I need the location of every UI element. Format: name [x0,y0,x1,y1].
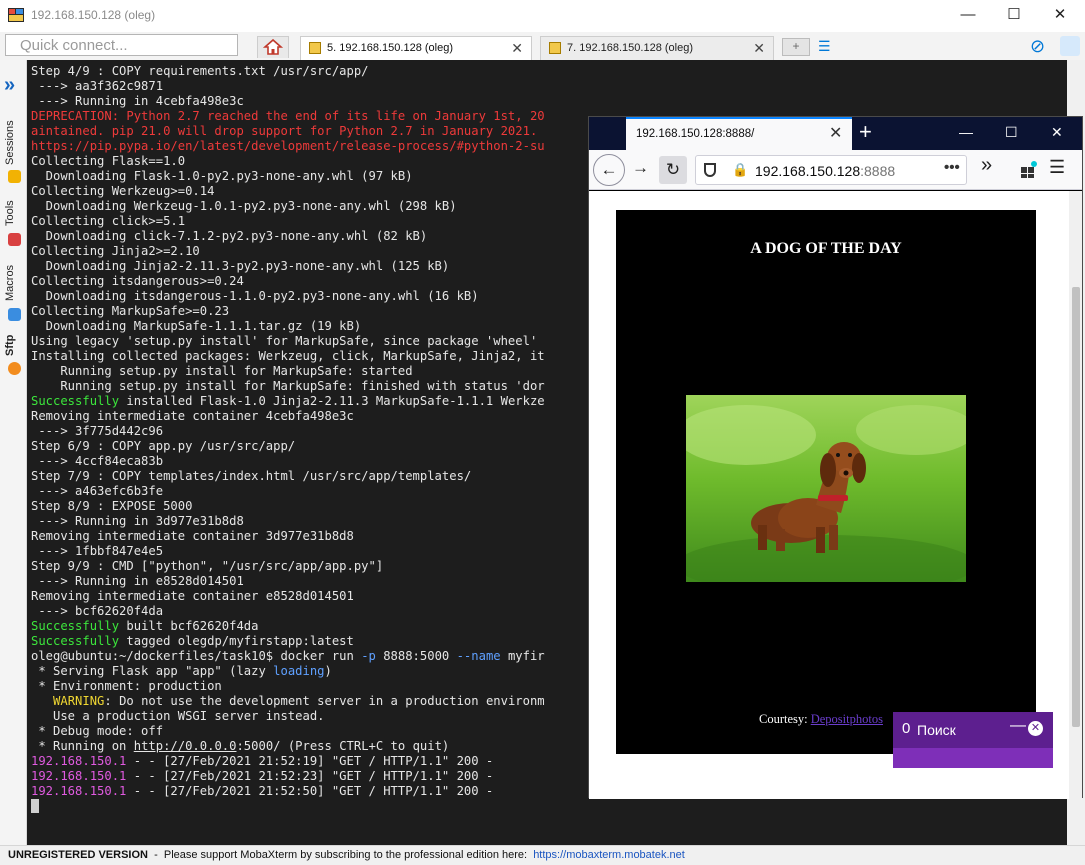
terminal-cursor [31,799,39,813]
back-arrow-icon[interactable]: ← [593,154,625,186]
firefox-window: 192.168.150.128:8888/ ✕ + — ☐ ✕ ← → ↻ 🔒 … [588,116,1083,799]
firefox-navigation-bar: ← → ↻ 🔒 192.168.150.128:8888 ••• » ☰ [589,150,1082,190]
new-tab-button[interactable]: + [782,38,810,56]
forward-arrow-icon[interactable]: → [632,158,649,178]
page-actions-icon[interactable]: ••• [944,159,960,176]
sidebar-tab-macros[interactable]: Macros [4,260,24,305]
expand-sidebar-icon[interactable]: » [4,74,15,97]
url-text: 192.168.150.128:8888 [755,163,896,179]
sidebar-tab-sftp[interactable]: Sftp [4,330,24,360]
overflow-chevron-icon[interactable]: » [981,154,992,177]
session-tab-7[interactable]: 7. 192.168.150.128 (oleg) ✕ [540,36,774,60]
home-icon [262,38,284,55]
search-popup: 0 Поиск — ✕ [893,712,1053,768]
home-tab[interactable] [257,36,289,58]
close-tab-icon[interactable]: ✕ [753,37,765,59]
terminal-line: Step 4/9 : COPY requirements.txt /usr/sr… [31,64,369,78]
new-tab-button[interactable]: + [859,119,872,145]
extensions-icon[interactable] [1020,161,1038,179]
firefox-tab-bar: 192.168.150.128:8888/ ✕ + — ☐ ✕ [589,117,1082,150]
mobaxterm-logo-icon [8,8,24,22]
sidebar-tab-sessions[interactable]: Sessions [4,118,24,168]
courtesy-note: Courtesy: Depositphotos [759,712,883,726]
side-panel: » Sessions Tools Macros Sftp [0,60,27,845]
terminal-line: ---> aa3f362c9871 [31,79,164,93]
dog-photo [686,395,966,582]
close-button[interactable]: ✕ [1037,4,1083,28]
search-count: 0 [902,720,911,737]
star-icon [8,170,21,183]
page-container: A DOG OF THE DAY Courtesy: Depositphotos [616,210,1036,754]
mobaxterm-window: 192.168.150.128 (oleg) — ☐ ✕ 5. 192.168.… [0,0,1085,865]
page-title: A DOG OF THE DAY [750,240,902,257]
minimize-button[interactable]: — [945,4,991,28]
page-scrollbar-thumb[interactable] [1072,287,1080,727]
firefox-tab-title: 192.168.150.128:8888/ [636,128,755,140]
mobaxterm-website-link[interactable]: https://mobaxterm.mobatek.net [533,849,685,861]
web-page: A DOG OF THE DAY Courtesy: Depositphotos [589,191,1069,799]
unregistered-label: UNREGISTERED VERSION [8,849,148,861]
tracking-shield-icon[interactable] [704,163,716,177]
macros-icon [8,308,21,321]
insecure-lock-icon[interactable]: 🔒 [732,162,748,178]
quick-connect-input[interactable] [5,34,238,56]
firefox-menu-icon[interactable]: ☰ [1049,157,1065,178]
status-bar: UNREGISTERED VERSION - Please support Mo… [0,845,1085,865]
session-tab-bar: 5. 192.168.150.128 (oleg) ✕ 7. 192.168.1… [0,32,1085,60]
firefox-minimize-button[interactable]: — [959,124,973,140]
firefox-maximize-button[interactable]: ☐ [1005,124,1018,141]
close-tab-icon[interactable]: ✕ [829,123,842,143]
session-tab-label: 5. 192.168.150.128 (oleg) [327,42,453,54]
session-tab-5[interactable]: 5. 192.168.150.128 (oleg) ✕ [300,36,532,60]
terminal-session-icon [309,42,321,54]
window-title: 192.168.150.128 (oleg) [31,8,156,22]
tabs-menu-icon[interactable]: ☰ [818,38,831,55]
url-bar[interactable]: 🔒 192.168.150.128:8888 ••• [695,155,967,185]
reload-icon[interactable]: ↻ [659,156,687,184]
close-tab-icon[interactable]: ✕ [511,37,523,59]
sftp-icon [8,362,21,375]
firefox-close-button[interactable]: ✕ [1051,124,1063,141]
search-label[interactable]: Поиск [917,722,956,738]
terminal-line: ---> Running in 4cebfa498e3c [31,94,244,108]
terminal-prompt-line [31,799,1061,814]
firefox-tab[interactable]: 192.168.150.128:8888/ [626,117,852,150]
session-tab-label: 7. 192.168.150.128 (oleg) [567,42,693,54]
sidebar-tab-tools[interactable]: Tools [4,195,24,231]
close-search-icon[interactable]: ✕ [1028,721,1043,736]
maximize-button[interactable]: ☐ [991,4,1037,28]
status-message: - Please support MobaXterm by subscribin… [147,849,534,861]
attach-icon[interactable]: ⊘ [1030,36,1045,57]
title-bar: 192.168.150.128 (oleg) — ☐ ✕ [0,0,1085,32]
search-popup-header: 0 Поиск — ✕ [893,712,1053,748]
help-icon[interactable] [1060,36,1080,56]
tools-icon [8,233,21,246]
terminal-session-icon [549,42,561,54]
minimize-search-icon[interactable]: — [1010,717,1026,735]
depositphotos-link[interactable]: Depositphotos [811,712,883,726]
